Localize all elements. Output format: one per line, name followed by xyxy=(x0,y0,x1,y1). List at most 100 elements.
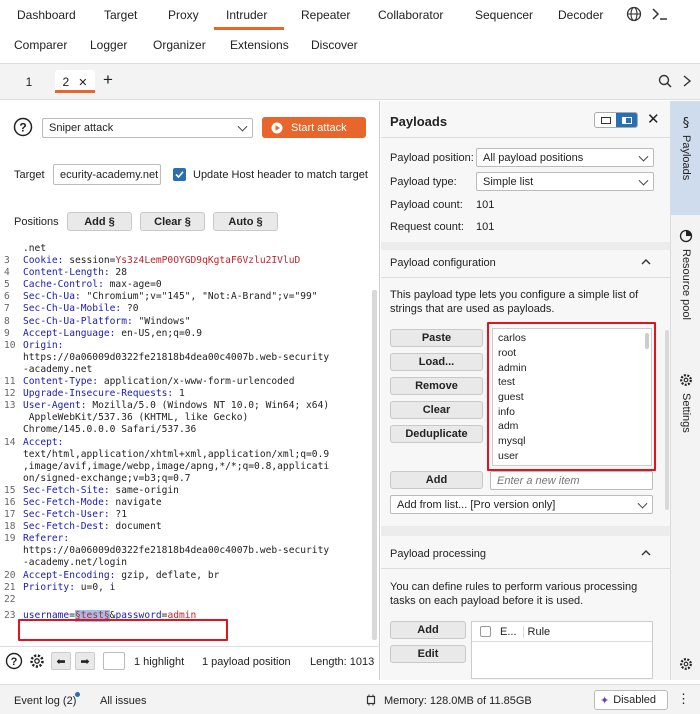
sidebar-tab-resource-pool[interactable]: Resource pool xyxy=(671,229,700,349)
chevron-up-icon[interactable] xyxy=(640,257,652,267)
nav-intruder[interactable]: Intruder xyxy=(226,8,267,22)
all-issues-link[interactable]: All issues xyxy=(100,695,146,707)
line-number: 16 xyxy=(4,496,16,508)
rules-table-header: E... Rule xyxy=(472,622,652,642)
header-name: Content-Length: xyxy=(23,267,116,279)
column-enabled[interactable]: E... xyxy=(500,626,517,638)
nav-extensions[interactable]: Extensions xyxy=(230,38,289,52)
update-host-checkbox[interactable] xyxy=(173,168,186,181)
sidebar-tab-settings[interactable]: Settings xyxy=(671,373,700,453)
request-tab-1[interactable]: 1 xyxy=(12,70,46,94)
header-value: "Windows" xyxy=(138,315,191,327)
add-tab-icon[interactable]: + xyxy=(103,70,113,90)
column-rule[interactable]: Rule xyxy=(522,625,550,638)
tabs-menu-icon[interactable] xyxy=(682,74,694,88)
target-input[interactable]: ecurity-academy.net xyxy=(53,164,161,185)
nav-dashboard[interactable]: Dashboard xyxy=(17,8,76,22)
request-line: 3 Cookie: session= Ys3z4LemP0OYGD9qKgtaF6V… xyxy=(4,255,372,267)
globe-icon[interactable] xyxy=(626,6,642,22)
nav-target[interactable]: Target xyxy=(104,8,137,22)
request-line: 10 Origin: xyxy=(4,340,372,352)
select-all-checkbox[interactable] xyxy=(480,626,491,637)
request-count-label: Request count: xyxy=(390,221,464,233)
search-icon[interactable] xyxy=(658,74,672,88)
request-line: -academy.net xyxy=(4,364,372,376)
more-options-icon[interactable]: ⋮ xyxy=(677,691,690,707)
pane-scrollbar[interactable] xyxy=(665,330,669,510)
add-rule-button[interactable]: Add xyxy=(390,621,466,639)
help-icon[interactable]: ? xyxy=(13,117,33,137)
request-line: on/signed-exchange;v=b3;q=0.7 xyxy=(4,473,372,485)
new-item-input[interactable]: Enter a new item xyxy=(490,471,653,490)
clear-button[interactable]: Clear xyxy=(390,401,483,419)
edit-rule-button[interactable]: Edit xyxy=(390,645,466,663)
gear-icon[interactable] xyxy=(28,652,46,670)
start-attack-button[interactable]: Start attack xyxy=(262,117,366,138)
header-value: text/html,application/xhtml+xml,applicat… xyxy=(23,448,330,460)
nav-decoder[interactable]: Decoder xyxy=(558,8,603,22)
request-line: -academy.net/login xyxy=(4,557,372,569)
header-value: https://0a06009d0322fe21818b4dea00c4007b… xyxy=(23,351,330,363)
payload-type-select[interactable]: Simple list xyxy=(476,172,654,191)
deduplicate-button[interactable]: Deduplicate xyxy=(390,425,483,443)
header-name: Accept-Language: xyxy=(23,327,122,339)
tab-label: 2 xyxy=(62,75,70,89)
line-number: 5 xyxy=(4,279,10,291)
remove-button[interactable]: Remove xyxy=(390,377,483,395)
header-value: max-age=0 xyxy=(109,279,162,291)
request-editor[interactable]: .net 3 Cookie: session= Ys3z4LemP0OYGD9qKg… xyxy=(4,243,372,641)
add-marker-button[interactable]: Add § xyxy=(67,212,132,231)
close-tab-icon[interactable]: ✕ xyxy=(78,76,87,89)
add-from-list-select[interactable]: Add from list... [Pro version only] xyxy=(390,495,653,514)
request-line: 12 Upgrade-Insecure-Requests: 1 xyxy=(4,388,372,400)
paste-button[interactable]: Paste xyxy=(390,329,483,347)
nav-sequencer[interactable]: Sequencer xyxy=(475,8,533,22)
header-value: -academy.net/login xyxy=(23,557,127,569)
nav-repeater[interactable]: Repeater xyxy=(301,8,350,22)
request-line: .net xyxy=(4,243,372,255)
next-match-button[interactable]: ➡ xyxy=(75,652,95,670)
add-item-button[interactable]: Add xyxy=(390,471,483,489)
search-request-input[interactable] xyxy=(103,652,125,670)
line-number xyxy=(4,557,23,569)
nav-comparer[interactable]: Comparer xyxy=(14,38,67,52)
layout-toggle[interactable] xyxy=(594,112,638,128)
request-line: 15 Sec-Fetch-Site: same-origin xyxy=(4,485,372,497)
header-value: "Chromium";v="145", "Not:A-Brand";v="99" xyxy=(86,291,318,303)
header-value: ?0 xyxy=(126,303,139,315)
gear-icon[interactable] xyxy=(679,657,693,671)
previous-match-button[interactable]: ⬅ xyxy=(51,652,71,670)
close-panel-icon[interactable]: ✕ xyxy=(647,110,660,128)
clear-markers-button[interactable]: Clear § xyxy=(140,212,205,231)
terminal-icon[interactable] xyxy=(650,6,670,22)
request-line: https://0a06009d0322fe21818b4dea00c4007b… xyxy=(4,545,372,557)
attack-type-select[interactable]: Sniper attack xyxy=(42,118,253,138)
nav-organizer[interactable]: Organizer xyxy=(153,38,206,52)
line-number xyxy=(4,461,23,473)
help-icon[interactable]: ? xyxy=(5,652,23,670)
rules-table[interactable]: E... Rule xyxy=(471,621,653,679)
event-log-link[interactable]: Event log (2) xyxy=(14,695,76,707)
ai-status-button[interactable]: ✦ Disabled xyxy=(594,690,668,710)
header-value: navigate xyxy=(115,496,162,508)
nav-proxy[interactable]: Proxy xyxy=(168,8,199,22)
load-button[interactable]: Load... xyxy=(390,353,483,371)
nav-discover[interactable]: Discover xyxy=(311,38,358,52)
header-name: Referer: xyxy=(23,533,75,545)
header-value: en-US,en;q=0.9 xyxy=(121,327,203,339)
auto-markers-button[interactable]: Auto § xyxy=(213,212,278,231)
header-value: 1 xyxy=(178,388,185,400)
header-value: Chrome/145.0.0.0 Safari/537.36 xyxy=(23,424,197,436)
payload-position-select[interactable]: All payload positions xyxy=(476,148,654,167)
line-number: 4 xyxy=(4,267,10,279)
nav-logger[interactable]: Logger xyxy=(90,38,127,52)
sidebar-tab-payloads[interactable]: § Payloads xyxy=(671,101,700,215)
nav-collaborator[interactable]: Collaborator xyxy=(378,8,443,22)
payload-position-label: Payload position: xyxy=(390,152,474,164)
layout-side-icon[interactable] xyxy=(616,113,637,127)
request-line: 16 Sec-Fetch-Mode: navigate xyxy=(4,497,372,509)
chevron-up-icon[interactable] xyxy=(640,548,652,558)
attack-type-value: Sniper attack xyxy=(49,122,114,134)
editor-scrollbar[interactable] xyxy=(372,290,377,640)
layout-stack-icon[interactable] xyxy=(595,113,616,127)
